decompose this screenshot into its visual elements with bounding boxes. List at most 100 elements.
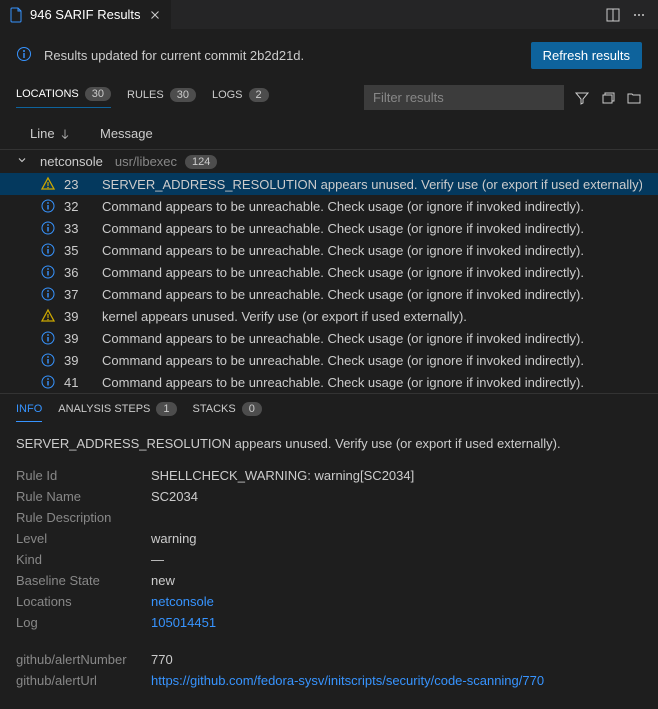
detail-value[interactable]: 105014451	[151, 615, 216, 630]
detail-key: Rule Name	[16, 489, 151, 504]
banner-text: Results updated for current commit 2b2d2…	[44, 48, 304, 63]
line-number: 33	[64, 221, 94, 236]
detail-row: Log105014451	[16, 612, 642, 633]
tab-rules[interactable]: RULES 30	[127, 88, 196, 108]
detail-message: SERVER_ADDRESS_RESOLUTION appears unused…	[0, 422, 658, 465]
editor-tab[interactable]: 946 SARIF Results	[0, 0, 171, 30]
line-number: 36	[64, 265, 94, 280]
folder-icon[interactable]	[626, 90, 642, 106]
detail-key: Rule Description	[16, 510, 151, 525]
result-message: Command appears to be unreachable. Check…	[102, 353, 642, 368]
tab-bar: 946 SARIF Results	[0, 0, 658, 30]
detail-key: Rule Id	[16, 468, 151, 483]
detail-row: Locationsnetconsole	[16, 591, 642, 612]
count-badge: 2	[249, 88, 269, 102]
results-list: 23SERVER_ADDRESS_RESOLUTION appears unus…	[0, 173, 658, 393]
detail-row: Rule NameSC2034	[16, 486, 642, 507]
column-line[interactable]: Line	[30, 126, 100, 141]
warning-icon	[40, 176, 56, 192]
filter-input[interactable]	[364, 85, 564, 110]
warning-icon	[40, 308, 56, 324]
detail-key: Locations	[16, 594, 151, 609]
detail-row: Levelwarning	[16, 528, 642, 549]
filter-icon[interactable]	[574, 90, 590, 106]
count-badge: 30	[170, 88, 196, 102]
detail-value: warning	[151, 531, 197, 546]
count-badge: 30	[85, 87, 111, 101]
result-row[interactable]: 37Command appears to be unreachable. Che…	[0, 283, 658, 305]
more-icon[interactable]	[628, 4, 650, 26]
detail-value[interactable]: netconsole	[151, 594, 214, 609]
line-number: 39	[64, 353, 94, 368]
info-icon	[16, 46, 32, 65]
detail-value: —	[151, 552, 164, 567]
detail-value[interactable]: https://github.com/fedora-sysv/initscrip…	[151, 673, 544, 688]
detail-key: Log	[16, 615, 151, 630]
detail-row: Rule IdSHELLCHECK_WARNING: warning[SC203…	[16, 465, 642, 486]
file-icon	[8, 7, 24, 23]
group-filename: netconsole	[40, 154, 103, 169]
group-path: usr/libexec	[115, 154, 177, 169]
detail-key: Kind	[16, 552, 151, 567]
detail-tabs: INFO ANALYSIS STEPS 1 STACKS 0	[0, 393, 658, 422]
info-icon	[40, 352, 56, 368]
info-icon	[40, 330, 56, 346]
detail-tab-analysis-steps[interactable]: ANALYSIS STEPS 1	[58, 402, 176, 422]
result-row[interactable]: 39 Command appears to be unreachable. Che…	[0, 349, 658, 371]
tab-locations[interactable]: LOCATIONS 30	[16, 87, 111, 108]
detail-key: github/alertNumber	[16, 652, 151, 667]
result-message: Command appears to be unreachable. Check…	[102, 287, 642, 302]
column-message[interactable]: Message	[100, 126, 628, 141]
count-badge: 124	[185, 155, 217, 169]
line-number: 41	[64, 375, 94, 390]
detail-tab-stacks[interactable]: STACKS 0	[193, 402, 262, 422]
count-badge: 0	[242, 402, 262, 416]
tab-label: LOGS	[212, 89, 243, 101]
detail-table: Rule IdSHELLCHECK_WARNING: warning[SC203…	[0, 465, 658, 691]
result-message: Command appears to be unreachable. Check…	[102, 375, 642, 390]
line-number: 32	[64, 199, 94, 214]
info-icon	[40, 220, 56, 236]
line-number: 39	[64, 309, 94, 324]
tab-actions	[602, 4, 658, 26]
result-row[interactable]: 35 Command appears to be unreachable. Che…	[0, 239, 658, 261]
detail-tab-info[interactable]: INFO	[16, 402, 42, 422]
line-number: 35	[64, 243, 94, 258]
result-row[interactable]: 33 Command appears to be unreachable. Che…	[0, 217, 658, 239]
close-icon[interactable]	[147, 7, 163, 23]
info-icon	[40, 374, 56, 390]
sort-down-icon	[59, 128, 71, 140]
result-message: Command appears to be unreachable. Check…	[102, 221, 642, 236]
result-message: Command appears to be unreachable. Check…	[102, 331, 642, 346]
tab-logs[interactable]: LOGS 2	[212, 88, 269, 108]
detail-row: github/alertNumber770	[16, 649, 642, 670]
chevron-down-icon	[16, 154, 32, 169]
detail-value: 770	[151, 652, 173, 667]
split-editor-icon[interactable]	[602, 4, 624, 26]
result-message: Command appears to be unreachable. Check…	[102, 243, 642, 258]
detail-row: Rule Description	[16, 507, 642, 528]
group-row[interactable]: netconsole usr/libexec 124	[0, 150, 658, 173]
result-row[interactable]: 23SERVER_ADDRESS_RESOLUTION appears unus…	[0, 173, 658, 195]
info-icon	[40, 286, 56, 302]
detail-value: SHELLCHECK_WARNING: warning[SC2034]	[151, 468, 414, 483]
refresh-button[interactable]: Refresh results	[531, 42, 642, 69]
detail-key: github/alertUrl	[16, 673, 151, 688]
tab-label: LOCATIONS	[16, 88, 79, 100]
detail-key: Level	[16, 531, 151, 546]
info-icon	[40, 264, 56, 280]
table-header: Line Message	[0, 118, 658, 150]
detail-row: github/alertUrlhttps://github.com/fedora…	[16, 670, 642, 691]
tab-label: RULES	[127, 89, 164, 101]
result-row[interactable]: 36 Command appears to be unreachable. Che…	[0, 261, 658, 283]
result-message: Command appears to be unreachable. Check…	[102, 265, 642, 280]
result-row[interactable]: 39Command appears to be unreachable. Che…	[0, 327, 658, 349]
open-all-icon[interactable]	[600, 90, 616, 106]
detail-value: SC2034	[151, 489, 198, 504]
result-row[interactable]: 41 Command appears to be unreachable. Che…	[0, 371, 658, 393]
update-banner: Results updated for current commit 2b2d2…	[0, 30, 658, 81]
toolbar: LOCATIONS 30 RULES 30 LOGS 2	[0, 81, 658, 118]
detail-row: Kind—	[16, 549, 642, 570]
result-row[interactable]: 32Command appears to be unreachable. Che…	[0, 195, 658, 217]
result-row[interactable]: 39kernel appears unused. Verify use (or …	[0, 305, 658, 327]
